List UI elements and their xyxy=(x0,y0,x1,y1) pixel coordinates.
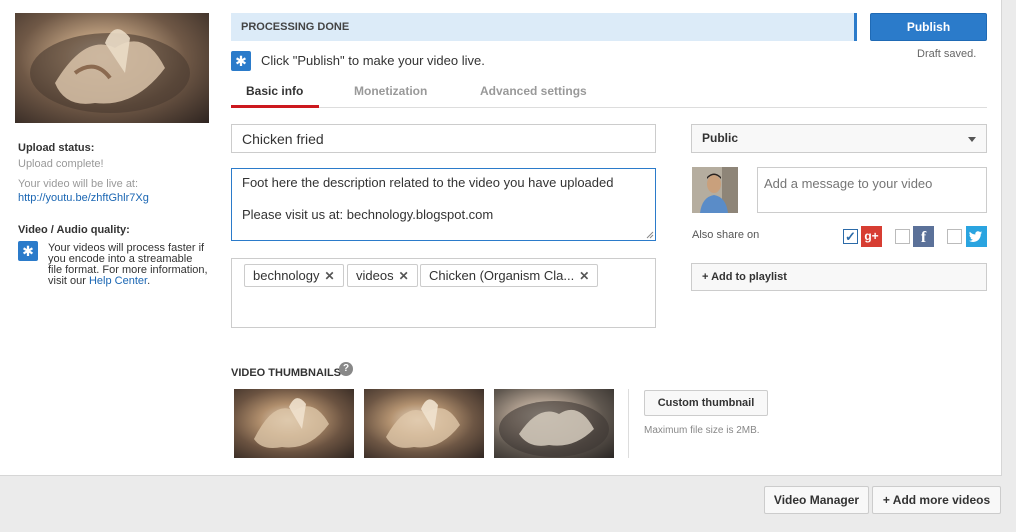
upload-card: Upload status: Upload complete! Your vid… xyxy=(0,0,1002,476)
publish-button[interactable]: Publish xyxy=(870,13,987,41)
tag-label: Chicken (Organism Cla... xyxy=(429,268,575,283)
tag-chip: Chicken (Organism Cla... ✕ xyxy=(420,264,599,287)
share-message-input[interactable] xyxy=(757,167,987,213)
facebook-icon[interactable]: f xyxy=(913,226,934,247)
facebook-checkbox[interactable] xyxy=(895,229,910,244)
tab-basic-info[interactable]: Basic info xyxy=(246,84,303,98)
star-icon: ✱ xyxy=(18,241,38,261)
video-link[interactable]: http://youtu.be/zhftGhlr7Xg xyxy=(18,192,149,204)
publish-notice: Click "Publish" to make your video live. xyxy=(261,53,485,68)
thumbnail-option[interactable] xyxy=(494,389,614,458)
privacy-select[interactable]: Public xyxy=(691,124,987,153)
privacy-value: Public xyxy=(702,131,739,145)
live-at-text: Your video will be live at: xyxy=(18,178,139,190)
help-center-link[interactable]: Help Center xyxy=(89,275,147,287)
description-input[interactable]: Foot here the description related to the… xyxy=(231,168,656,241)
tag-label: videos xyxy=(356,268,394,283)
question-icon[interactable]: ? xyxy=(339,362,353,376)
star-icon: ✱ xyxy=(231,51,251,71)
add-to-playlist-button[interactable]: + Add to playlist xyxy=(691,263,987,291)
remove-tag-icon[interactable]: ✕ xyxy=(579,269,589,283)
twitter-icon[interactable] xyxy=(966,226,987,247)
add-more-videos-button[interactable]: + Add more videos xyxy=(872,486,1001,514)
avatar xyxy=(692,167,738,213)
quality-suffix: . xyxy=(147,275,151,287)
quality-text: Your videos will process faster if you e… xyxy=(48,243,208,287)
thumbnail-divider xyxy=(628,389,629,458)
twitter-checkbox[interactable] xyxy=(947,229,962,244)
chevron-down-icon xyxy=(968,137,976,142)
upload-status-title: Upload status: xyxy=(18,142,95,154)
draft-saved-text: Draft saved. xyxy=(917,48,977,60)
resize-handle-icon[interactable] xyxy=(646,231,654,239)
tab-divider xyxy=(231,107,987,108)
video-thumbnails-title: VIDEO THUMBNAILS xyxy=(231,367,341,379)
max-file-size-text: Maximum file size is 2MB. xyxy=(644,425,760,436)
tag-chip: videos ✕ xyxy=(347,264,418,287)
upload-status-text: Upload complete! xyxy=(18,158,104,170)
also-share-label: Also share on xyxy=(692,229,760,241)
checkmark-icon: ✓ xyxy=(845,229,856,244)
tab-advanced-settings[interactable]: Advanced settings xyxy=(480,84,587,98)
title-input[interactable] xyxy=(231,124,656,153)
thumbnail-option[interactable] xyxy=(364,389,484,458)
processing-label: PROCESSING DONE xyxy=(241,21,350,33)
active-tab-indicator xyxy=(231,105,319,108)
quality-title: Video / Audio quality: xyxy=(18,224,130,236)
tag-chip: bechnology ✕ xyxy=(244,264,344,287)
custom-thumbnail-button[interactable]: Custom thumbnail xyxy=(644,390,768,416)
thumbnail-option[interactable] xyxy=(234,389,354,458)
gplus-checkbox[interactable]: ✓ xyxy=(843,229,858,244)
remove-tag-icon[interactable]: ✕ xyxy=(399,269,409,283)
google-plus-icon[interactable]: g+ xyxy=(861,226,882,247)
video-manager-button[interactable]: Video Manager xyxy=(764,486,869,514)
remove-tag-icon[interactable]: ✕ xyxy=(325,269,335,283)
tag-label: bechnology xyxy=(253,268,320,283)
video-preview[interactable] xyxy=(15,13,209,123)
tab-monetization[interactable]: Monetization xyxy=(354,84,427,98)
